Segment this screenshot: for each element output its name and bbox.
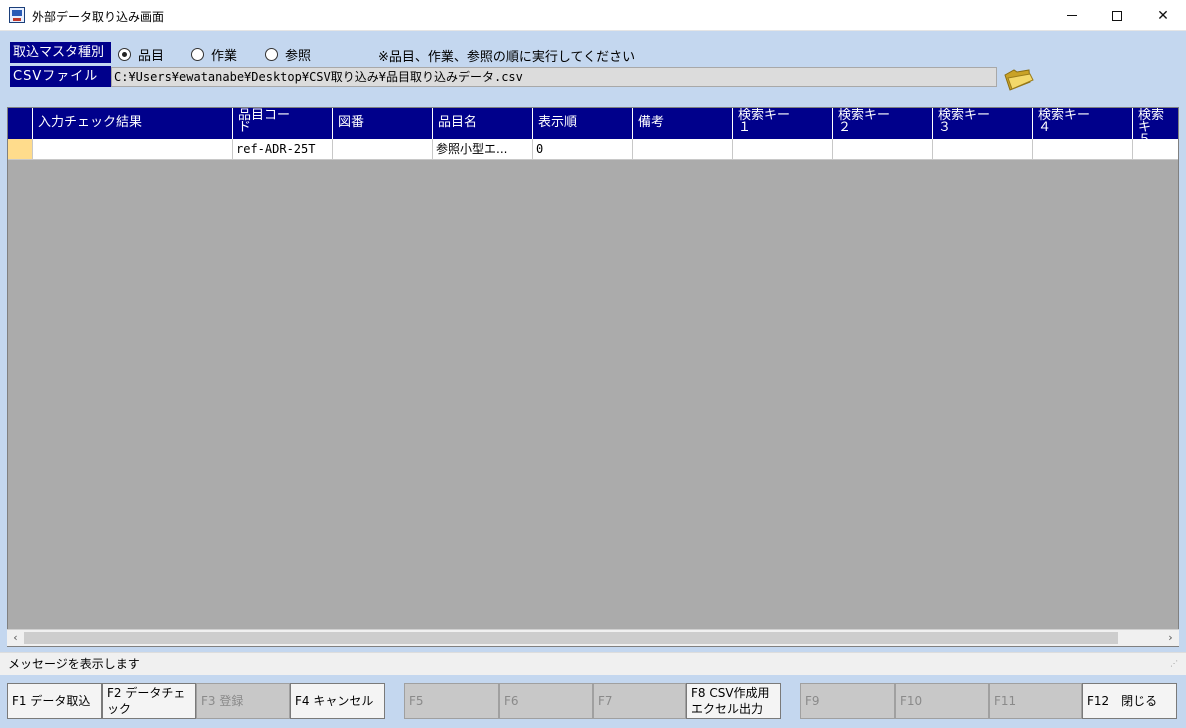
function-key-bar: F1 データ取込 F2 データチェ ック F3 登録 F4 キャンセル F5 F… <box>0 683 1186 719</box>
table-cell[interactable] <box>833 139 933 160</box>
csv-file-label: CSVファイル <box>10 66 111 87</box>
f10-button[interactable]: F10 <box>895 683 989 719</box>
column-header[interactable]: 入力チェック結果 <box>33 108 233 139</box>
radio-unselected-icon <box>191 48 204 61</box>
scroll-right-icon[interactable]: › <box>1162 630 1179 647</box>
column-header[interactable]: 備考 <box>633 108 733 139</box>
table-cell[interactable] <box>633 139 733 160</box>
table-cell[interactable] <box>733 139 833 160</box>
radio-item[interactable]: 品目 <box>118 45 164 64</box>
radio-unselected-icon <box>265 48 278 61</box>
f1-button[interactable]: F1 データ取込 <box>7 683 102 719</box>
table-row[interactable]: ref-ADR-25T 参照小型エ... 0 <box>8 139 1178 160</box>
f7-button[interactable]: F7 <box>593 683 686 719</box>
table-cell[interactable] <box>933 139 1033 160</box>
table-cell[interactable]: 参照小型エ... <box>433 139 533 160</box>
radio-work-label: 作業 <box>211 49 238 64</box>
radio-item-label: 品目 <box>138 49 165 64</box>
table-cell[interactable]: ref-ADR-25T <box>233 139 333 160</box>
f5-button[interactable]: F5 <box>404 683 499 719</box>
f4-button[interactable]: F4 キャンセル <box>290 683 385 719</box>
app-icon <box>9 7 25 23</box>
f6-button[interactable]: F6 <box>499 683 593 719</box>
title-bar: 外部データ取り込み画面 ✕ <box>0 0 1186 31</box>
resize-grip-icon[interactable]: ⋰ <box>1170 659 1180 669</box>
f8-button[interactable]: F8 CSV作成用 エクセル出力 <box>686 683 781 719</box>
table-cell[interactable] <box>1033 139 1133 160</box>
column-header[interactable]: 図番 <box>333 108 433 139</box>
maximize-button[interactable] <box>1094 0 1140 31</box>
horizontal-scrollbar[interactable]: ‹ › <box>7 629 1179 646</box>
table-cell[interactable]: 0 <box>533 139 633 160</box>
status-bar: メッセージを表示します ⋰ <box>0 652 1186 675</box>
radio-reference[interactable]: 参照 <box>265 45 311 64</box>
table-cell[interactable] <box>333 139 433 160</box>
row-selector[interactable] <box>8 139 33 160</box>
minimize-icon <box>1067 15 1077 16</box>
window-title: 外部データ取り込み画面 <box>32 10 165 24</box>
client-area: 取込マスタ種別 品目 作業 参照 ※品目、作業、参照の順に実行してください CS… <box>0 31 1186 728</box>
scroll-left-icon[interactable]: ‹ <box>7 630 24 647</box>
csv-path-field[interactable]: C:¥Users¥ewatanabe¥Desktop¥CSV取り込み¥品目取り込… <box>111 67 997 87</box>
column-header[interactable]: 品目コー ド <box>233 108 333 139</box>
maximize-icon <box>1112 10 1122 21</box>
close-icon: ✕ <box>1157 7 1169 24</box>
grid-header-row: 入力チェック結果 品目コー ド 図番 品目名 表示順 備考 検索キー １ 検索キ… <box>8 108 1178 139</box>
scrollbar-thumb[interactable] <box>24 632 1118 644</box>
close-button[interactable]: ✕ <box>1140 0 1186 31</box>
folder-open-icon[interactable] <box>1002 66 1034 92</box>
radio-work[interactable]: 作業 <box>191 45 237 64</box>
radio-selected-icon <box>118 48 131 61</box>
column-header[interactable]: 表示順 <box>533 108 633 139</box>
data-grid[interactable]: 入力チェック結果 品目コー ド 図番 品目名 表示順 備考 検索キー １ 検索キ… <box>7 107 1179 647</box>
column-header[interactable]: 検索キー ４ <box>1033 108 1133 139</box>
column-header[interactable]: 検索キー ３ <box>933 108 1033 139</box>
radio-reference-label: 参照 <box>285 49 312 64</box>
f2-button[interactable]: F2 データチェ ック <box>102 683 196 719</box>
minimize-button[interactable] <box>1049 0 1095 31</box>
column-header[interactable]: 検索キー ２ <box>833 108 933 139</box>
column-header[interactable]: 検索キ ５ <box>1133 108 1178 139</box>
status-message: メッセージを表示します <box>8 657 140 671</box>
f12-close-button[interactable]: F12 閉じる <box>1082 683 1177 719</box>
column-header[interactable]: 品目名 <box>433 108 533 139</box>
f11-button[interactable]: F11 <box>989 683 1082 719</box>
master-type-label: 取込マスタ種別 <box>10 42 111 63</box>
column-header[interactable]: 検索キー １ <box>733 108 833 139</box>
table-cell[interactable] <box>1133 139 1178 160</box>
f3-button[interactable]: F3 登録 <box>196 683 290 719</box>
f9-button[interactable]: F9 <box>800 683 895 719</box>
row-selector-header <box>8 108 33 139</box>
table-cell[interactable] <box>33 139 233 160</box>
execution-order-note: ※品目、作業、参照の順に実行してください <box>378 50 636 65</box>
